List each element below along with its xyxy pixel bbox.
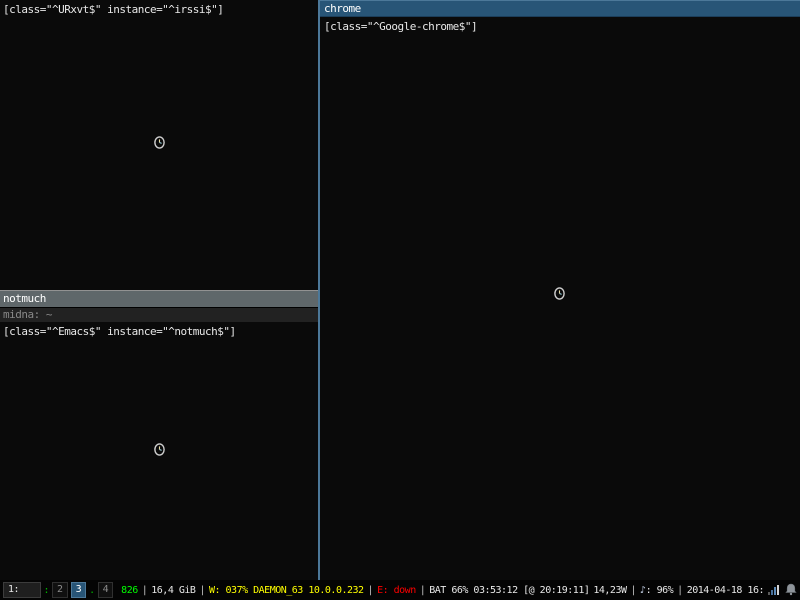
green-speck: : bbox=[44, 585, 50, 596]
status-ethernet: E: down bbox=[377, 585, 416, 596]
status-volume-value: : 96% bbox=[646, 585, 674, 596]
status-mail-count: 826 bbox=[121, 585, 138, 596]
titlebar-notmuch[interactable]: notmuch bbox=[0, 290, 318, 307]
placeholder-window-emacs-notmuch[interactable]: [class="^Emacs$" instance="^notmuch$"] bbox=[0, 322, 318, 580]
notification-bell-tray-icon[interactable] bbox=[785, 583, 797, 596]
watch-cursor-icon bbox=[153, 442, 166, 457]
titlebar-chrome[interactable]: chrome bbox=[320, 0, 800, 17]
separator: | bbox=[677, 585, 683, 596]
placeholder-window-google-chrome[interactable]: [class="^Google-chrome$"] bbox=[320, 17, 800, 580]
status-wifi: W: 037% DAEMON_63 10.0.0.232 bbox=[209, 585, 364, 596]
i3bar: 1: www : 2 3 . 4 826 | 16,4 GiB | W: 037… bbox=[0, 580, 800, 600]
swallow-criteria-urxvt: [class="^URxvt$" instance="^irssi$"] bbox=[3, 3, 223, 16]
right-column: chrome [class="^Google-chrome$"] bbox=[318, 0, 800, 580]
status-power: 14,23W bbox=[593, 585, 626, 596]
green-speck: . bbox=[89, 585, 95, 596]
swallow-criteria-emacs: [class="^Emacs$" instance="^notmuch$"] bbox=[3, 325, 236, 338]
titlebar-midna[interactable]: midna: ~ bbox=[0, 308, 318, 322]
separator: | bbox=[368, 585, 374, 596]
system-tray bbox=[768, 583, 797, 597]
workspace-button-1[interactable]: 1: www bbox=[3, 582, 41, 598]
separator: | bbox=[199, 585, 205, 596]
status-blocks: 826 | 16,4 GiB | W: 037% DAEMON_63 10.0.… bbox=[121, 585, 764, 596]
workspace-button-2[interactable]: 2 bbox=[52, 582, 68, 598]
swallow-criteria-chrome: [class="^Google-chrome$"] bbox=[324, 20, 477, 33]
placeholder-window-urxvt-irssi[interactable]: [class="^URxvt$" instance="^irssi$"] bbox=[0, 0, 318, 290]
watch-cursor-icon bbox=[153, 135, 166, 150]
network-signal-tray-icon[interactable] bbox=[768, 586, 779, 597]
status-volume: ♪: 96% bbox=[640, 585, 673, 596]
status-battery: BAT 66% 03:53:12 [@ 20:19:11] bbox=[429, 585, 589, 596]
status-memory: 16,4 GiB bbox=[151, 585, 195, 596]
workspace-button-4[interactable]: 4 bbox=[98, 582, 114, 598]
i3-desktop: [class="^URxvt$" instance="^irssi$"] not… bbox=[0, 0, 800, 600]
watch-cursor-icon bbox=[553, 286, 566, 301]
workspace-button-3[interactable]: 3 bbox=[71, 582, 87, 598]
separator: | bbox=[142, 585, 148, 596]
separator: | bbox=[631, 585, 637, 596]
workspace-1-prefix: 1: bbox=[8, 584, 19, 595]
left-column: [class="^URxvt$" instance="^irssi$"] not… bbox=[0, 0, 318, 580]
status-date: 2014-04-18 16: bbox=[687, 585, 764, 596]
separator: | bbox=[420, 585, 426, 596]
